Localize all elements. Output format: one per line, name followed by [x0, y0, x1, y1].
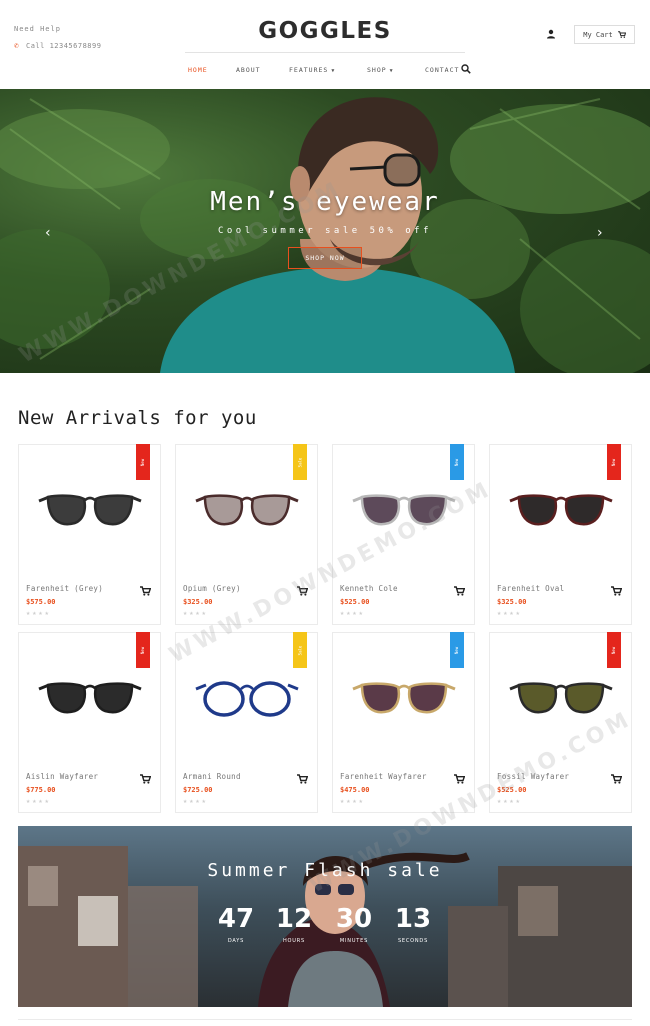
product-name[interactable]: Kenneth Cole — [340, 584, 398, 593]
product-image[interactable] — [508, 487, 614, 531]
product-card[interactable]: New Farenheit (Grey) $575.00 ★★★★ — [18, 444, 161, 625]
product-image[interactable] — [351, 487, 457, 531]
hero-slider: Men’s eyewear Cool summer sale 50% off S… — [0, 89, 650, 373]
product-name[interactable]: Armani Round — [183, 772, 241, 781]
product-badge: New — [607, 632, 621, 668]
product-price: $725.00 — [183, 786, 213, 794]
product-name[interactable]: Farenheit Oval — [497, 584, 564, 593]
nav-shop[interactable]: SHOP ▼ — [367, 66, 394, 74]
timer-hours: 12 HOURS — [275, 904, 313, 944]
product-price: $325.00 — [183, 598, 213, 606]
product-price: $525.00 — [497, 786, 527, 794]
product-image[interactable] — [508, 675, 614, 719]
timer-minutes: 30 MINUTES — [335, 904, 373, 944]
rating-stars: ★★★★ — [26, 609, 51, 617]
my-cart-button[interactable]: My Cart — [574, 25, 635, 44]
product-badge: New — [136, 444, 150, 480]
nav-about[interactable]: ABOUT — [236, 66, 261, 74]
rating-stars: ★★★★ — [26, 797, 51, 805]
add-to-cart-icon[interactable] — [297, 774, 308, 784]
product-price: $775.00 — [26, 786, 56, 794]
product-image[interactable] — [194, 487, 300, 531]
nav-contact[interactable]: CONTACT — [425, 66, 459, 74]
new-arrivals-title: New Arrivals for you — [18, 407, 257, 429]
site-header: Need Help ✆ Call 12345678899 GOGGLES My … — [0, 0, 650, 89]
add-to-cart-icon[interactable] — [297, 586, 308, 596]
rating-stars: ★★★★ — [497, 797, 522, 805]
hero-title: Men’s eyewear — [210, 187, 440, 217]
add-to-cart-icon[interactable] — [611, 586, 622, 596]
flash-sale-title: Summer Flash sale — [207, 860, 443, 881]
slider-prev-arrow-icon[interactable]: ‹ — [45, 225, 51, 241]
main-nav: HOME ABOUT FEATURES ▼ SHOP ▼ CONTACT — [0, 64, 650, 76]
product-card[interactable]: New Farenheit Wayfarer $475.00 ★★★★ — [332, 632, 475, 813]
product-name[interactable]: Fossil Wayfarer — [497, 772, 569, 781]
nav-home[interactable]: HOME — [188, 66, 208, 74]
product-badge: New — [450, 444, 464, 480]
add-to-cart-icon[interactable] — [454, 586, 465, 596]
product-card[interactable]: New Fossil Wayfarer $525.00 ★★★★ — [489, 632, 632, 813]
rating-stars: ★★★★ — [340, 609, 365, 617]
product-badge: Sale — [293, 444, 307, 480]
flash-sale-banner[interactable]: Summer Flash sale 47 DAYS 12 HOURS 30 MINUT… — [18, 826, 632, 1007]
product-badge: New — [450, 632, 464, 668]
product-name[interactable]: Opium (Grey) — [183, 584, 241, 593]
rating-stars: ★★★★ — [340, 797, 365, 805]
rating-stars: ★★★★ — [183, 609, 208, 617]
nav-features[interactable]: FEATURES ▼ — [289, 66, 335, 74]
product-image[interactable] — [351, 675, 457, 719]
product-card[interactable]: Sale Armani Round $725.00 ★★★★ — [175, 632, 318, 813]
timer-seconds: 13 SECONDS — [394, 904, 432, 944]
search-icon[interactable] — [461, 64, 471, 74]
cart-icon — [617, 31, 626, 38]
hero-subtitle: Cool summer sale 50% off — [217, 226, 433, 236]
logo-divider — [185, 52, 465, 53]
product-badge: Sale — [293, 632, 307, 668]
next-section-edge — [18, 1019, 632, 1026]
product-price: $575.00 — [26, 598, 56, 606]
add-to-cart-icon[interactable] — [140, 586, 151, 596]
rating-stars: ★★★★ — [183, 797, 208, 805]
shop-now-button[interactable]: SHOP NOW — [288, 247, 362, 269]
product-price: $525.00 — [340, 598, 370, 606]
product-card[interactable]: New Kenneth Cole $525.00 ★★★★ — [332, 444, 475, 625]
timer-days: 47 DAYS — [217, 904, 255, 944]
user-icon[interactable] — [546, 29, 556, 39]
add-to-cart-icon[interactable] — [454, 774, 465, 784]
product-image[interactable] — [194, 675, 300, 719]
product-card[interactable]: Sale Opium (Grey) $325.00 ★★★★ — [175, 444, 318, 625]
product-badge: New — [136, 632, 150, 668]
chevron-down-icon: ▼ — [331, 68, 336, 74]
product-name[interactable]: Farenheit (Grey) — [26, 584, 103, 593]
product-image[interactable] — [37, 675, 143, 719]
product-card[interactable]: New Aislin Wayfarer $775.00 ★★★★ — [18, 632, 161, 813]
product-name[interactable]: Farenheit Wayfarer — [340, 772, 427, 781]
rating-stars: ★★★★ — [497, 609, 522, 617]
cart-label: My Cart — [583, 30, 613, 39]
product-image[interactable] — [37, 487, 143, 531]
add-to-cart-icon[interactable] — [611, 774, 622, 784]
chevron-down-icon: ▼ — [389, 68, 394, 74]
product-price: $475.00 — [340, 786, 370, 794]
add-to-cart-icon[interactable] — [140, 774, 151, 784]
product-name[interactable]: Aislin Wayfarer — [26, 772, 98, 781]
slider-next-arrow-icon[interactable]: › — [597, 225, 603, 241]
product-card[interactable]: New Farenheit Oval $325.00 ★★★★ — [489, 444, 632, 625]
product-badge: New — [607, 444, 621, 480]
product-price: $325.00 — [497, 598, 527, 606]
